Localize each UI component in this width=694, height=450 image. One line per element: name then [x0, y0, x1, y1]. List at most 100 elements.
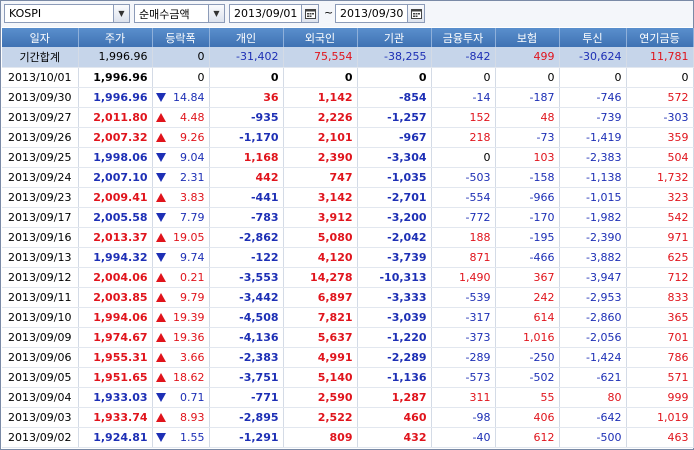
cell-foreign: 2,101 — [283, 127, 358, 148]
triangle-down-icon — [155, 392, 166, 402]
cell-institution: -2,701 — [357, 187, 432, 208]
amount-type-value: 순매수금액 — [139, 7, 190, 21]
cell-date: 기간합계 — [2, 47, 79, 68]
cell-price: 1,974.67 — [78, 327, 153, 348]
cell-fin: -14 — [431, 87, 496, 108]
table-row[interactable]: 2013/09/17 2,005.58 7.79 -783 3,912 -3,200 -77… — [2, 207, 694, 228]
table-row[interactable]: 2013/09/09 1,974.67 19.36 -4,136 5,637 -1,220… — [2, 327, 694, 348]
cell-date: 2013/09/26 — [2, 127, 79, 148]
cell-date: 2013/09/23 — [2, 187, 79, 208]
cell-date: 2013/09/12 — [2, 267, 79, 288]
table-row[interactable]: 2013/09/24 2,007.10 2.31 442 747 -1,035 -503 -1… — [2, 167, 694, 188]
cell-individual: 0 — [209, 67, 284, 88]
table-row[interactable]: 2013/09/06 1,955.31 3.66 -2,383 4,991 -2,289-… — [2, 347, 694, 368]
change-value: 2.31 — [180, 170, 205, 184]
calendar-icon[interactable] — [407, 5, 424, 22]
cell-individual: -4,508 — [209, 307, 284, 328]
cell-price: 1,996.96 — [78, 67, 153, 88]
cell-change: 7.79 — [152, 207, 210, 228]
column-header-financial-investment[interactable]: 금융투자 — [431, 28, 496, 47]
cell-date: 2013/09/16 — [2, 227, 79, 248]
column-header-price[interactable]: 주가 — [78, 28, 153, 47]
table-body: 기간합계 1,996.96 0 -31,402 75,554 -38,255 -842 499… — [2, 47, 694, 448]
cell-pension: 1,732 — [626, 167, 694, 188]
cell-fin: -373 — [431, 327, 496, 348]
cell-fin: -772 — [431, 207, 496, 228]
table-row[interactable]: 2013/09/12 2,004.06 0.21 -3,553 14,278 -10,31… — [2, 267, 694, 288]
cell-individual: -122 — [209, 247, 284, 268]
cell-individual: -1,170 — [209, 127, 284, 148]
table-row[interactable]: 2013/09/27 2,011.80 4.48 -935 2,226 -1,257 152… — [2, 107, 694, 128]
column-header-individual[interactable]: 개인 — [209, 28, 284, 47]
chevron-down-icon[interactable]: ▼ — [208, 5, 224, 22]
cell-fin: -98 — [431, 407, 496, 428]
table-row[interactable]: 2013/09/11 2,003.85 9.79 -3,442 6,897 -3,333-… — [2, 287, 694, 308]
cell-change: 4.48 — [152, 107, 210, 128]
table-row[interactable]: 2013/09/04 1,933.03 0.71 -771 2,590 1,287 311 5… — [2, 387, 694, 408]
cell-change: 0 — [152, 67, 210, 88]
triangle-up-icon — [155, 192, 166, 202]
table-row[interactable]: 2013/10/01 1,996.96 0 0 0 0 0 0 0 0 — [2, 67, 694, 88]
cell-foreign: 5,637 — [283, 327, 358, 348]
calendar-icon[interactable] — [301, 5, 318, 22]
change-value: 9.26 — [180, 130, 205, 144]
cell-change: 19.36 — [152, 327, 210, 348]
cell-trust: -746 — [559, 87, 627, 108]
table-row[interactable]: 2013/09/13 1,994.32 9.74 -122 4,120 -3,739 871… — [2, 247, 694, 268]
table-row[interactable]: 2013/09/16 2,013.37 19.05 -2,862 5,080 -2,042… — [2, 227, 694, 248]
cell-date: 2013/09/05 — [2, 367, 79, 388]
cell-foreign: 5,140 — [283, 367, 358, 388]
cell-institution: -3,039 — [357, 307, 432, 328]
cell-ins: 499 — [495, 47, 560, 68]
cell-individual: -3,553 — [209, 267, 284, 288]
change-value: 14.84 — [173, 90, 205, 104]
cell-individual: -4,136 — [209, 327, 284, 348]
start-date-field[interactable]: 2013/09/01 — [229, 4, 319, 23]
cell-date: 2013/09/17 — [2, 207, 79, 228]
column-header-date[interactable]: 일자 — [2, 28, 79, 47]
cell-date: 2013/09/02 — [2, 427, 79, 448]
cell-trust: -500 — [559, 427, 627, 448]
column-header-insurance[interactable]: 보험 — [495, 28, 560, 47]
cell-individual: -771 — [209, 387, 284, 408]
cell-change: 9.79 — [152, 287, 210, 308]
table-row[interactable]: 2013/09/03 1,933.74 8.93 -2,895 2,522 460 -98 4… — [2, 407, 694, 428]
cell-trust: 0 — [559, 67, 627, 88]
cell-fin: -40 — [431, 427, 496, 448]
cell-trust: -3,947 — [559, 267, 627, 288]
table-row[interactable]: 2013/09/05 1,951.65 18.62 -3,751 5,140 -1,136… — [2, 367, 694, 388]
column-header-change[interactable]: 등락폭 — [152, 28, 210, 47]
cell-change: 2.31 — [152, 167, 210, 188]
cell-foreign: 0 — [283, 67, 358, 88]
cell-price: 2,013.37 — [78, 227, 153, 248]
cell-pension: 571 — [626, 367, 694, 388]
change-value: 9.04 — [180, 150, 205, 164]
index-select[interactable]: KOSPI ▼ — [4, 4, 130, 23]
end-date-field[interactable]: 2013/09/30 — [335, 4, 425, 23]
amount-type-select[interactable]: 순매수금액 ▼ — [134, 4, 225, 23]
table-row[interactable]: 2013/09/26 2,007.32 9.26 -1,170 2,101 -967 218… — [2, 127, 694, 148]
column-header-institution[interactable]: 기관 — [357, 28, 432, 47]
cell-institution: -2,289 — [357, 347, 432, 368]
column-header-pension[interactable]: 연기금등 — [626, 28, 694, 47]
table-row[interactable]: 2013/09/10 1,994.06 19.39 -4,508 7,821 -3,039… — [2, 307, 694, 328]
table-row[interactable]: 2013/09/23 2,009.41 3.83 -441 3,142 -2,701 -55… — [2, 187, 694, 208]
table-row[interactable]: 2013/09/02 1,924.81 1.55 -1,291 809 432 -40 612… — [2, 427, 694, 448]
cell-price: 1,951.65 — [78, 367, 153, 388]
cell-date: 2013/09/11 — [2, 287, 79, 308]
column-header-investment-trust[interactable]: 투신 — [559, 28, 627, 47]
cell-institution: 0 — [357, 67, 432, 88]
investor-trading-table: 일자 주가 등락폭 개인 외국인 기관 금융투자 보험 투신 연기금등 기간합계… — [2, 28, 694, 448]
cell-price: 1,933.03 — [78, 387, 153, 408]
table-row[interactable]: 2013/09/25 1,998.06 9.04 1,168 2,390 -3,304 0 1… — [2, 147, 694, 168]
column-header-foreign[interactable]: 외국인 — [283, 28, 358, 47]
cell-pension: 11,781 — [626, 47, 694, 68]
chevron-down-icon[interactable]: ▼ — [113, 5, 129, 22]
cell-foreign: 6,897 — [283, 287, 358, 308]
cell-foreign: 3,912 — [283, 207, 358, 228]
change-value: 0.71 — [180, 390, 205, 404]
cell-date: 2013/09/25 — [2, 147, 79, 168]
table-row[interactable]: 기간합계 1,996.96 0 -31,402 75,554 -38,255 -842 499… — [2, 47, 694, 68]
cell-pension: 1,019 — [626, 407, 694, 428]
table-row[interactable]: 2013/09/30 1,996.96 14.84 36 1,142 -854 -14 -18… — [2, 87, 694, 108]
